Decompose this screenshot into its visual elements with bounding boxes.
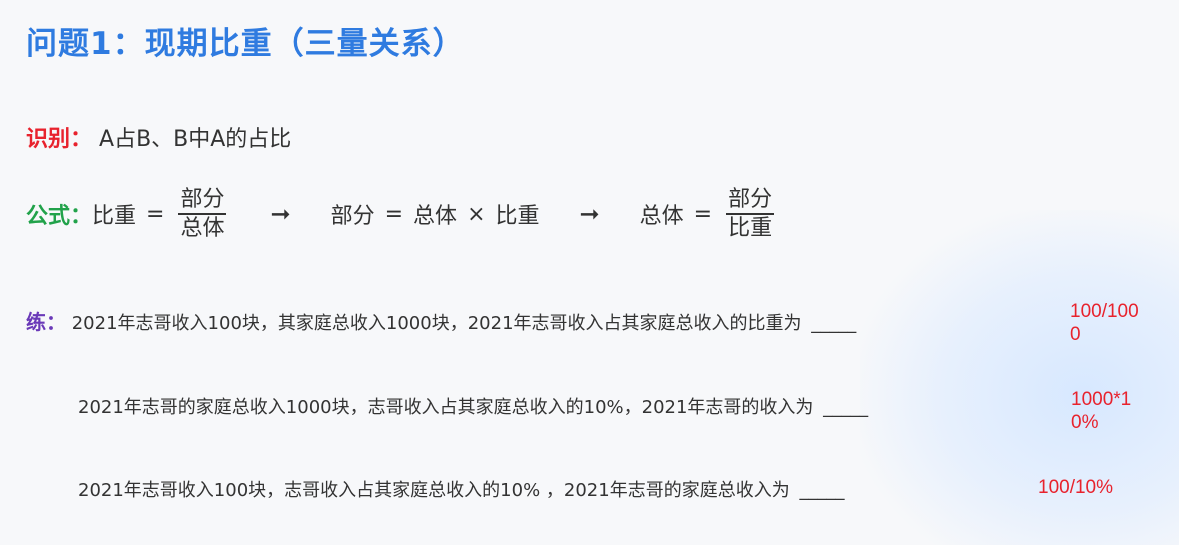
practice-label: 练： (26, 310, 66, 334)
formula1-numerator: 部分 (180, 187, 225, 212)
question-1-blank: _____ (811, 313, 857, 334)
identify-label: 识别： (26, 127, 93, 152)
formula2-times: × (467, 201, 486, 227)
formula2-a: 总体 (413, 204, 458, 229)
mascot-decoration (860, 210, 1179, 545)
formula1-equals: = (146, 201, 165, 227)
formula2-b: 比重 (495, 204, 540, 229)
question-2-answer-line1: 1000*1 (1071, 389, 1132, 410)
formula3-fraction: 部分 比重 (726, 186, 775, 242)
page-title: 问题1：现期比重（三量关系） (26, 26, 465, 62)
arrow-right-icon: ➞ (270, 200, 291, 228)
formula3-denominator: 比重 (728, 216, 773, 241)
question-1-answer: 100/100 0 (1070, 300, 1139, 346)
question-1-answer-line1: 100/100 (1070, 301, 1139, 322)
formula2-left: 部分 (330, 204, 375, 229)
formula1-denominator: 总体 (180, 216, 225, 241)
formula1-fraction: 部分 总体 (178, 186, 227, 242)
practice-question-3: 2021年志哥收入100块，志哥收入占其家庭总收入的10% ，2021年志哥的家… (78, 476, 844, 502)
formula-label: 公式： (26, 204, 93, 229)
question-1-answer-line2: 0 (1070, 324, 1081, 345)
identify-row: 识别： A占B、B中A的占比 (26, 121, 291, 153)
formula1-left: 比重 (92, 204, 137, 229)
formula2-equals: = (384, 201, 404, 227)
formula3-numerator: 部分 (728, 187, 773, 212)
question-2-answer-line2: 0% (1071, 412, 1099, 433)
question-3-blank: _____ (799, 480, 845, 501)
formula3-equals: = (693, 201, 713, 227)
question-2-answer: 1000*1 0% (1071, 388, 1131, 434)
practice-question-1: 练： 2021年志哥收入100块，其家庭总收入1000块，2021年志哥收入占其… (26, 306, 856, 335)
practice-question-2: 2021年志哥的家庭总收入1000块，志哥收入占其家庭总收入的10%，2021年… (78, 393, 868, 419)
identify-text: A占B、B中A的占比 (99, 127, 292, 152)
formula3-left: 总体 (639, 204, 684, 229)
question-1-text: 2021年志哥收入100块，其家庭总收入1000块，2021年志哥收入占其家庭总… (71, 313, 802, 334)
question-2-blank: _____ (823, 397, 869, 418)
question-2-text: 2021年志哥的家庭总收入1000块，志哥收入占其家庭总收入的10%，2021年… (78, 397, 814, 418)
formula-row: 公式： 比重 = 部分 总体 ➞ 部分 = 总体 × 比重 ➞ 总体 = 部分 … (26, 183, 778, 245)
question-3-text: 2021年志哥收入100块，志哥收入占其家庭总收入的10% ，2021年志哥的家… (78, 480, 790, 501)
arrow-right-icon: ➞ (579, 200, 600, 228)
question-3-answer: 100/10% (1038, 477, 1114, 498)
